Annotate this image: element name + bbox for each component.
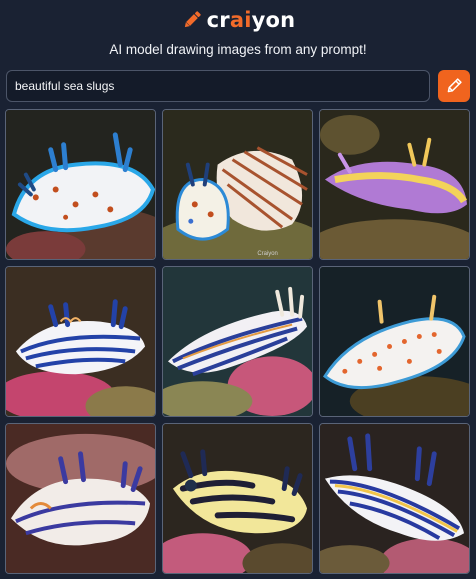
result-image-6[interactable] (319, 266, 470, 417)
sea-slug-image (320, 110, 469, 259)
result-image-7[interactable] (5, 423, 156, 574)
draw-button[interactable] (438, 70, 470, 102)
logo-wordmark[interactable]: craiyon (207, 8, 296, 32)
result-image-1[interactable] (5, 109, 156, 260)
sea-slug-image (320, 267, 469, 416)
header: craiyon (0, 0, 476, 38)
prompt-bar (6, 70, 470, 102)
pencil-icon (447, 78, 462, 93)
prompt-input[interactable] (6, 70, 430, 102)
tagline: AI model drawing images from any prompt! (109, 42, 367, 57)
sea-slug-image (6, 424, 155, 573)
craiyon-app: craiyon AI model drawing images from any… (0, 0, 476, 579)
pencil-icon (184, 11, 201, 28)
sea-slug-image (163, 424, 312, 573)
results-grid: Craiyon (5, 109, 471, 575)
sea-slug-image (6, 110, 155, 259)
result-image-9[interactable] (319, 423, 470, 574)
watermark: Craiyon (257, 251, 278, 257)
result-image-2[interactable]: Craiyon (162, 109, 313, 260)
result-image-4[interactable] (5, 266, 156, 417)
sea-slug-image (163, 267, 312, 416)
sea-slug-image (6, 267, 155, 416)
result-image-5[interactable] (162, 266, 313, 417)
result-image-3[interactable] (319, 109, 470, 260)
result-image-8[interactable] (162, 423, 313, 574)
sea-slug-image: Craiyon (163, 110, 312, 259)
sea-slug-image (320, 424, 469, 573)
